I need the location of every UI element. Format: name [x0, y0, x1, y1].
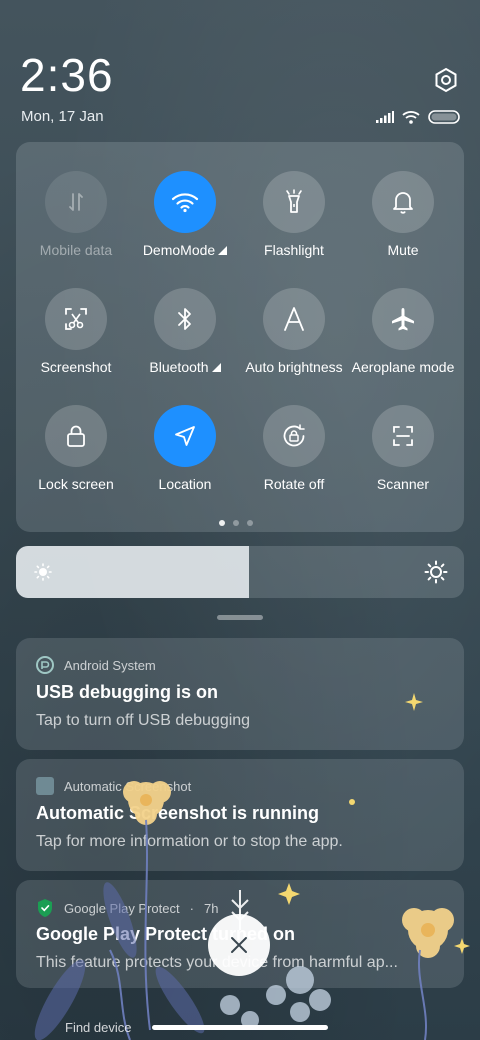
close-icon: [231, 937, 247, 953]
tile-label: Bluetooth: [149, 359, 209, 375]
notification-title: USB debugging is on: [36, 682, 218, 702]
tile-bluetooth[interactable]: Bluetooth: [130, 288, 240, 375]
battery-icon: [428, 110, 460, 124]
lock-icon: [45, 405, 107, 467]
bluetooth-icon: [154, 288, 216, 350]
page-dot: [233, 520, 239, 526]
notification-body: Tap for more information or to stop the …: [36, 833, 343, 850]
notification-time: 7h: [203, 900, 219, 916]
gesture-nav-bar[interactable]: [152, 1025, 328, 1030]
auto-brightness-icon: [263, 288, 325, 350]
signal-icon: [376, 111, 394, 123]
tile-label: Lock screen: [38, 476, 114, 492]
tile-label: Screenshot: [40, 359, 112, 375]
rotate-lock-icon: [263, 405, 325, 467]
android-system-icon: [36, 656, 54, 674]
location-icon: [154, 405, 216, 467]
tile-label: Auto brightness: [245, 359, 343, 375]
tile-aeroplane-mode[interactable]: Aeroplane mode: [348, 288, 458, 375]
tile-label: Mute: [387, 242, 419, 258]
flashlight-icon: [263, 171, 325, 233]
tile-label: DemoMode: [142, 242, 216, 258]
tile-scanner[interactable]: Scanner: [348, 405, 458, 492]
clear-notifications-button[interactable]: [208, 914, 270, 976]
page-dot: [219, 520, 225, 526]
status-bar: [376, 110, 460, 124]
scanner-icon: [372, 405, 434, 467]
settings-icon[interactable]: [432, 66, 460, 94]
tile-rotate-off[interactable]: Rotate off: [239, 405, 349, 492]
notification-title: Automatic Screenshot is running: [36, 803, 320, 823]
tile-auto-brightness[interactable]: Auto brightness: [239, 288, 349, 375]
tile-wifi[interactable]: DemoMode: [130, 171, 240, 258]
tile-label: Mobile data: [39, 242, 113, 258]
expand-triangle-icon: [211, 363, 221, 372]
notification-body: Tap to turn off USB debugging: [36, 712, 251, 729]
tile-label: Aeroplane mode: [351, 359, 455, 375]
mobile-data-icon: [45, 171, 107, 233]
notification-automatic-screenshot[interactable]: Automatic Screenshot Automatic Screensho…: [16, 759, 464, 871]
tile-mobile-data[interactable]: Mobile data: [21, 171, 131, 258]
tile-flashlight[interactable]: Flashlight: [239, 171, 349, 258]
tile-location[interactable]: Location: [130, 405, 240, 492]
screenshot-icon: [45, 288, 107, 350]
tile-mute[interactable]: Mute: [348, 171, 458, 258]
tile-lock-screen[interactable]: Lock screen: [21, 405, 131, 492]
drag-handle[interactable]: [217, 615, 263, 620]
find-device-notification[interactable]: Find device: [65, 1020, 131, 1035]
brightness-low-icon: [34, 563, 52, 581]
airplane-icon: [372, 288, 434, 350]
brightness-slider[interactable]: [16, 546, 464, 598]
shield-icon: [38, 899, 52, 917]
brightness-high-icon: [424, 560, 448, 584]
automatic-screenshot-icon: [36, 777, 54, 795]
page-indicator: [219, 520, 253, 526]
wifi-icon: [154, 171, 216, 233]
expand-triangle-icon: [218, 246, 228, 255]
notification-usb-debugging[interactable]: Android System USB debugging is on Tap t…: [16, 638, 464, 750]
page-dot: [247, 520, 253, 526]
tile-label: Flashlight: [264, 242, 324, 258]
bell-icon: [372, 171, 434, 233]
date: Mon, 17 Jan: [21, 108, 104, 125]
tile-screenshot[interactable]: Screenshot: [21, 288, 131, 375]
notification-app-name: Automatic Screenshot: [64, 778, 192, 794]
tile-label: Scanner: [376, 476, 430, 492]
notification-app-name: Android System: [64, 657, 156, 673]
wifi-icon: [402, 111, 420, 124]
tile-label: Location: [158, 476, 212, 492]
tile-label: Rotate off: [263, 476, 325, 492]
clock: 2:36: [20, 49, 114, 101]
notification-app-name: Google Play Protect: [64, 900, 180, 916]
